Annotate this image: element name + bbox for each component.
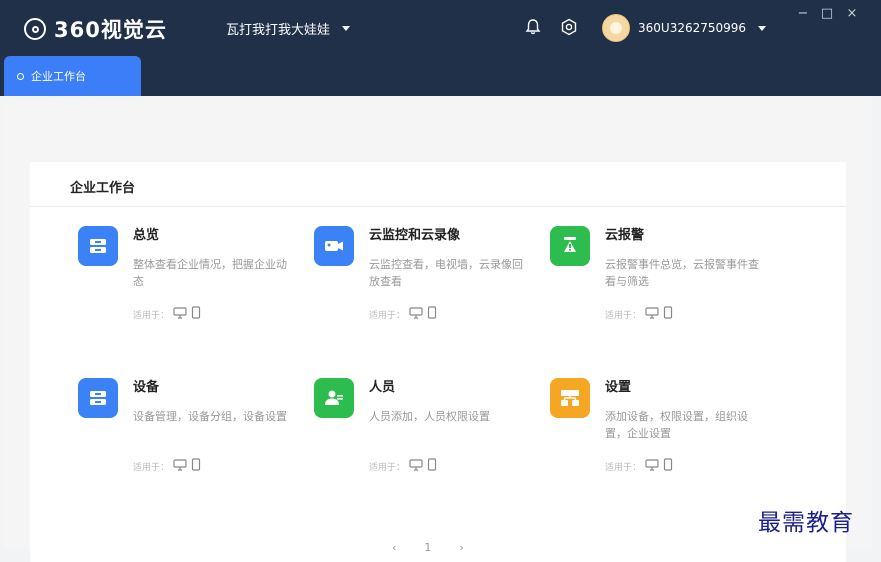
title-bar: 360视觉云 瓦打我打我大娃娃 360U3262750996 − □ × 企业工… [0, 0, 881, 96]
tile-description: 设备管理，设备分组，设备设置 [133, 410, 287, 423]
watermark: 最需教育 [758, 510, 854, 536]
username: 360U3262750996 [638, 21, 747, 35]
tile-overview[interactable]: 总览 整体查看企业情况，把握企业动态 适用于： [78, 226, 298, 346]
tile-title: 总览 [133, 228, 160, 243]
tab-label: 企业工作台 [31, 70, 86, 83]
platforms-label: 适用于： [605, 310, 642, 321]
settings-org-icon [550, 378, 590, 418]
tile-description: 人员添加，人员权限设置 [369, 410, 490, 423]
mobile-icon [191, 458, 201, 474]
chevron-down-icon [342, 26, 351, 31]
tile-cloud-monitor[interactable]: 云监控和云录像 云监控查看，电视墙，云录像回放查看 适用于： [314, 226, 534, 346]
alarm-icon [550, 226, 590, 266]
platforms-label: 适用于： [369, 462, 406, 473]
prev-page-button[interactable]: ‹ [392, 541, 396, 554]
logo-icon [24, 18, 46, 40]
mobile-icon [191, 306, 201, 322]
minimize-button[interactable]: − [796, 6, 810, 21]
platforms-label: 适用于： [605, 462, 642, 473]
tile-description: 添加设备，权限设置，组织设置，企业设置 [605, 410, 748, 440]
platforms-label: 适用于： [133, 310, 170, 321]
tile-description: 云监控查看，电视墙，云录像回放查看 [369, 258, 523, 288]
gear-icon[interactable] [559, 17, 579, 37]
desktop-icon [173, 306, 187, 322]
tile-platforms: 适用于： [369, 458, 437, 474]
pagination: ‹ 1 › [392, 541, 464, 554]
tile-title: 云报警 [605, 228, 645, 243]
tile-platforms: 适用于： [133, 306, 201, 322]
chevron-down-icon [758, 25, 767, 31]
tile-title: 人员 [369, 380, 396, 395]
tile-platforms: 适用于： [369, 306, 437, 322]
tile-title: 设备 [133, 380, 160, 395]
tile-platforms: 适用于： [605, 458, 673, 474]
tab-workbench[interactable]: 企业工作台 [4, 56, 141, 96]
user-menu[interactable]: 360U3262750996 [602, 14, 767, 42]
close-button[interactable]: × [845, 6, 859, 21]
tab-dot-icon [17, 72, 24, 80]
logo-text: 360视觉云 [54, 18, 167, 42]
bell-icon[interactable] [523, 17, 543, 37]
camera-icon [314, 226, 354, 266]
tile-people[interactable]: 人员 人员添加，人员权限设置 适用于： [314, 378, 534, 498]
tile-device[interactable]: 设备 设备管理，设备分组，设备设置 适用于： [78, 378, 298, 498]
main-content: 企业工作台 总览 整体查看企业情况，把握企业动态 适用于： 云监控和云录像 云监… [4, 96, 872, 562]
tile-description: 云报警事件总览，云报警事件查看与筛选 [605, 258, 759, 288]
desktop-icon [409, 306, 423, 322]
people-icon [314, 378, 354, 418]
tile-settings[interactable]: 设置 添加设备，权限设置，组织设置，企业设置 适用于： [550, 378, 770, 498]
page-number[interactable]: 1 [424, 541, 431, 554]
desktop-icon [645, 306, 659, 322]
desktop-icon [173, 458, 187, 474]
mobile-icon [663, 458, 673, 474]
tile-cloud-alarm[interactable]: 云报警 云报警事件总览，云报警事件查看与筛选 适用于： [550, 226, 770, 346]
workbench-card: 企业工作台 总览 整体查看企业情况，把握企业动态 适用于： 云监控和云录像 云监… [30, 162, 846, 562]
platforms-label: 适用于： [133, 462, 170, 473]
overview-icon [78, 226, 118, 266]
next-page-button[interactable]: › [459, 541, 463, 554]
desktop-icon [409, 458, 423, 474]
org-name: 瓦打我打我大娃娃 [226, 23, 331, 38]
mobile-icon [663, 306, 673, 322]
tile-platforms: 适用于： [605, 306, 673, 322]
maximize-button[interactable]: □ [820, 6, 834, 21]
org-switcher[interactable]: 瓦打我打我大娃娃 [226, 19, 351, 38]
card-divider [30, 206, 846, 207]
mobile-icon [427, 306, 437, 322]
card-title: 企业工作台 [70, 181, 136, 196]
tile-title: 设置 [605, 380, 632, 395]
desktop-icon [645, 458, 659, 474]
avatar [602, 14, 630, 42]
tile-title: 云监控和云录像 [369, 228, 461, 243]
tile-platforms: 适用于： [133, 458, 201, 474]
mobile-icon [427, 458, 437, 474]
tile-description: 整体查看企业情况，把握企业动态 [133, 258, 287, 288]
device-icon [78, 378, 118, 418]
app-logo: 360视觉云 [24, 14, 167, 44]
platforms-label: 适用于： [369, 310, 406, 321]
